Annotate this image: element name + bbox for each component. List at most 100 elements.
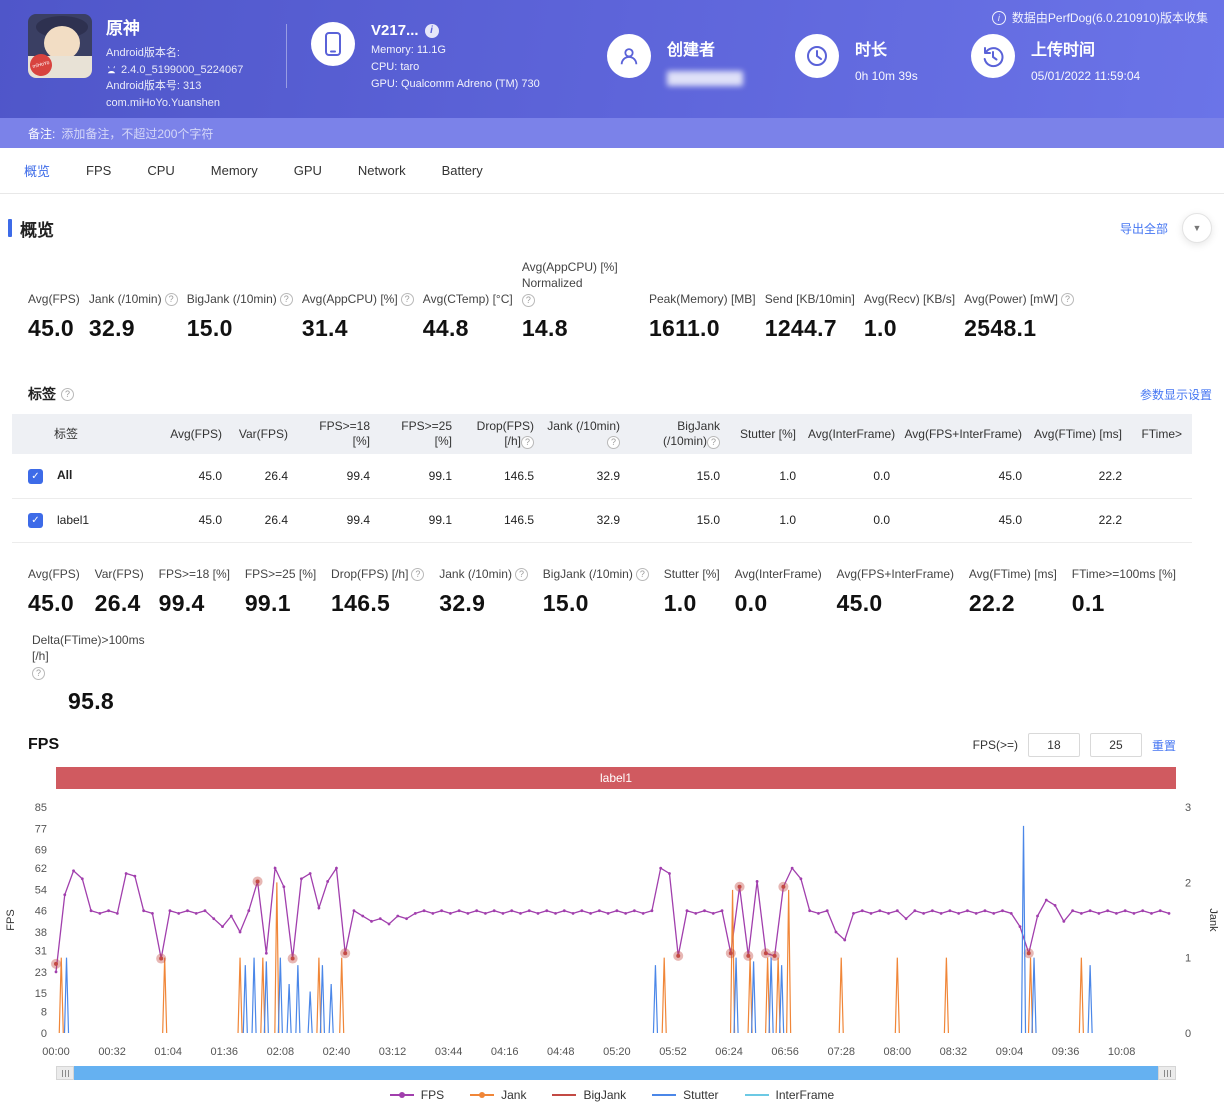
help-icon[interactable]: ? <box>1061 293 1074 306</box>
reset-link[interactable]: 重置 <box>1152 737 1176 754</box>
scrollbar-track[interactable] <box>74 1066 1158 1080</box>
user-icon <box>607 34 651 78</box>
overview-metrics-row: Avg(FPS)45.0Jank (/10min)?32.9BigJank (/… <box>0 246 1224 342</box>
help-icon[interactable]: ? <box>521 436 534 449</box>
legend-item-fps[interactable]: FPS <box>390 1088 444 1102</box>
help-icon[interactable]: ? <box>607 436 620 449</box>
svg-text:09:36: 09:36 <box>1052 1046 1080 1058</box>
tab-battery[interactable]: Battery <box>428 148 497 193</box>
metric-value: 2548.1 <box>964 315 1074 342</box>
help-icon[interactable]: ? <box>515 568 528 581</box>
collect-note-text: 数据由PerfDog(6.0.210910)版本收集 <box>1012 9 1208 26</box>
metric: Var(FPS)26.4 <box>95 567 144 618</box>
legend-swatch <box>390 1094 414 1096</box>
remark-input[interactable]: 备注: 添加备注，不超过200个字符 <box>0 118 1224 148</box>
legend-item-jank[interactable]: Jank <box>470 1088 526 1102</box>
help-icon[interactable]: ? <box>401 293 414 306</box>
table-cell: 99.1 <box>380 454 462 498</box>
fps-threshold-input-1[interactable] <box>1028 733 1080 757</box>
svg-text:8: 8 <box>41 1007 47 1019</box>
svg-text:Jank: Jank <box>1207 909 1219 933</box>
help-icon[interactable]: ? <box>165 293 178 306</box>
metric: Avg(Recv) [KB/s]1.0 <box>864 292 955 343</box>
legend-item-interframe[interactable]: InterFrame <box>745 1088 835 1102</box>
svg-text:69: 69 <box>35 845 47 857</box>
metric: Delta(FTime)>100ms [/h]?95.8 <box>32 633 150 715</box>
table-cell: 22.2 <box>1032 498 1132 542</box>
svg-text:2: 2 <box>1185 878 1191 890</box>
fps-chart[interactable]: 0815233138465462697785012300:0000:3201:0… <box>0 789 1224 1059</box>
svg-text:08:32: 08:32 <box>940 1046 968 1058</box>
column-header: Drop(FPS) [/h]? <box>462 414 544 454</box>
table-cell: 15.0 <box>630 498 730 542</box>
svg-text:00:32: 00:32 <box>98 1046 126 1058</box>
metric-label: Avg(Power) [mW]? <box>964 292 1074 308</box>
scrollbar-right-handle[interactable] <box>1158 1066 1176 1080</box>
column-header: FPS>=18 [%] <box>298 414 380 454</box>
svg-text:02:40: 02:40 <box>323 1046 351 1058</box>
tab-overview[interactable]: 概览 <box>10 148 64 193</box>
export-all-link[interactable]: 导出全部 <box>1120 220 1168 237</box>
table-cell: 26.4 <box>232 498 298 542</box>
help-icon[interactable]: ? <box>32 667 45 680</box>
table-cell: 146.5 <box>462 454 544 498</box>
chart-scrollbar[interactable] <box>56 1066 1176 1080</box>
collapse-button[interactable]: ▼ <box>1182 213 1212 243</box>
android-icon <box>106 66 117 74</box>
help-icon[interactable]: ? <box>280 293 293 306</box>
help-icon[interactable]: ? <box>411 568 424 581</box>
column-header: FPS>=25 [%] <box>380 414 462 454</box>
metric: Avg(CTemp) [°C]44.8 <box>423 292 513 343</box>
help-icon[interactable]: ? <box>61 388 74 401</box>
tab-memory[interactable]: Memory <box>197 148 272 193</box>
svg-text:06:24: 06:24 <box>715 1046 743 1058</box>
metric-value: 99.1 <box>245 590 316 617</box>
row-label: All <box>57 468 72 482</box>
upload-block: 上传时间 05/01/2022 11:59:04 <box>971 34 1207 83</box>
column-header: Avg(FTime) [ms] <box>1032 414 1132 454</box>
legend-swatch <box>652 1094 676 1096</box>
metric-value: 15.0 <box>543 590 649 617</box>
metric-label: Avg(FPS+InterFrame) <box>837 567 954 583</box>
tab-network[interactable]: Network <box>344 148 420 193</box>
title-accent-bar <box>8 219 12 237</box>
metric: Send [KB/10min]1244.7 <box>765 292 855 343</box>
app-info: 原神 Android版本名: 2.4.0_5199000_5224067 And… <box>106 14 243 111</box>
tab-fps[interactable]: FPS <box>72 148 125 193</box>
svg-text:01:04: 01:04 <box>154 1046 182 1058</box>
column-header: Avg(FPS+InterFrame) <box>900 414 1032 454</box>
app-block: miHoYo 原神 Android版本名: 2.4.0_5199000_5224… <box>28 14 286 111</box>
scrollbar-left-handle[interactable] <box>56 1066 74 1080</box>
table-cell <box>1132 454 1192 498</box>
legend-item-stutter[interactable]: Stutter <box>652 1088 718 1102</box>
info-icon[interactable]: i <box>425 24 439 38</box>
legend-label: BigJank <box>583 1088 626 1102</box>
metric-value: 0.0 <box>735 590 822 617</box>
table-cell: 45.0 <box>162 498 232 542</box>
table-cell: 146.5 <box>462 498 544 542</box>
svg-text:04:16: 04:16 <box>491 1046 519 1058</box>
metric-value: 44.8 <box>423 315 513 342</box>
help-icon[interactable]: ? <box>636 568 649 581</box>
metric: Avg(FPS+InterFrame)45.0 <box>837 567 954 618</box>
column-header: Avg(FPS) <box>162 414 232 454</box>
metric-label: Avg(Recv) [KB/s] <box>864 292 955 308</box>
legend-item-bigjank[interactable]: BigJank <box>552 1088 626 1102</box>
metric: FTime>=100ms [%]0.1 <box>1072 567 1176 618</box>
row-checkbox[interactable]: ✓ <box>28 513 43 528</box>
help-icon[interactable]: ? <box>707 436 720 449</box>
svg-text:03:12: 03:12 <box>379 1046 407 1058</box>
metric-label: BigJank (/10min)? <box>187 292 293 308</box>
metric: Avg(AppCPU) [%] Normalized?14.8 <box>522 260 640 342</box>
header-divider <box>286 24 287 88</box>
tab-gpu[interactable]: GPU <box>280 148 336 193</box>
svg-text:07:28: 07:28 <box>827 1046 855 1058</box>
fps-threshold-input-2[interactable] <box>1090 733 1142 757</box>
metric-value: 31.4 <box>302 315 414 342</box>
tab-cpu[interactable]: CPU <box>133 148 188 193</box>
help-icon[interactable]: ? <box>522 294 535 307</box>
svg-text:54: 54 <box>35 885 47 897</box>
table-cell: 32.9 <box>544 454 630 498</box>
row-checkbox[interactable]: ✓ <box>28 469 43 484</box>
param-display-settings-link[interactable]: 参数显示设置 <box>1140 386 1212 403</box>
